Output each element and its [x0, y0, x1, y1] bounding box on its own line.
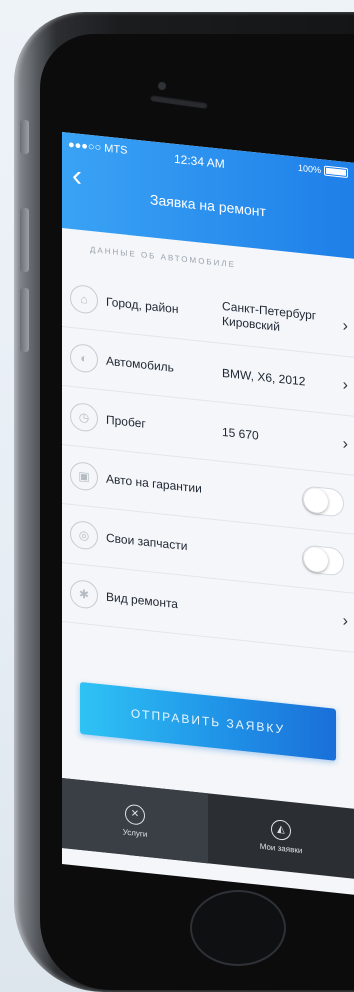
row-value: Санкт-Петербург Кировский — [222, 298, 317, 334]
car-icon: ◐ — [70, 342, 98, 374]
city-icon: ⌂ — [70, 283, 98, 315]
app-screen: ●●●○○ MTS 12:34 AM 100% ‹ Заявка на ремо… — [62, 132, 354, 895]
wrench-icon: ✕ — [125, 803, 145, 826]
requests-icon: ◭ — [271, 818, 291, 841]
own-parts-toggle[interactable] — [302, 544, 344, 577]
tab-services[interactable]: ✕ Услуги — [62, 778, 208, 864]
page-title: Заявка на ремонт — [150, 191, 266, 220]
battery-percent: 100% — [297, 162, 321, 176]
row-label: Автомобиль — [106, 353, 174, 375]
status-time: 12:34 AM — [174, 151, 225, 172]
tab-my-requests[interactable]: ◭ Мои заявки — [208, 793, 354, 878]
chevron-right-icon: › — [342, 317, 348, 336]
battery-indicator: 100% — [297, 162, 348, 179]
warranty-toggle[interactable] — [302, 485, 344, 518]
row-value: 15 670 — [222, 424, 259, 443]
parts-icon: ◎ — [70, 519, 98, 551]
carrier-signal: ●●●○○ MTS — [68, 138, 128, 157]
tab-label: Мои заявки — [259, 841, 303, 855]
row-label: Вид ремонта — [106, 589, 178, 612]
chevron-right-icon: › — [342, 435, 348, 454]
row-label: Город, район — [106, 294, 179, 317]
row-label: Авто на гарантии — [106, 471, 202, 496]
front-camera — [158, 82, 166, 90]
home-button[interactable] — [190, 890, 286, 966]
repair-type-icon: ✱ — [70, 578, 98, 610]
volume-down-button — [20, 288, 29, 352]
volume-up-button — [20, 208, 29, 272]
row-label: Пробег — [106, 412, 146, 431]
chevron-right-icon: › — [342, 376, 348, 395]
row-value: BMW, X6, 2012 — [222, 365, 306, 389]
battery-icon — [324, 165, 348, 179]
row-label: Свои запчасти — [106, 530, 188, 554]
tab-label: Услуги — [122, 826, 148, 839]
mute-switch — [20, 120, 29, 154]
submit-request-button[interactable]: ОТПРАВИТЬ ЗАЯВКУ — [80, 681, 336, 761]
odometer-icon: ◷ — [70, 401, 98, 433]
tab-bar: ✕ Услуги ◭ Мои заявки — [62, 778, 354, 879]
chevron-right-icon: › — [342, 612, 348, 631]
car-data-list: ⌂ Город, район Санкт-Петербург Кировский… — [62, 268, 354, 653]
warranty-icon: ▣ — [70, 460, 98, 492]
